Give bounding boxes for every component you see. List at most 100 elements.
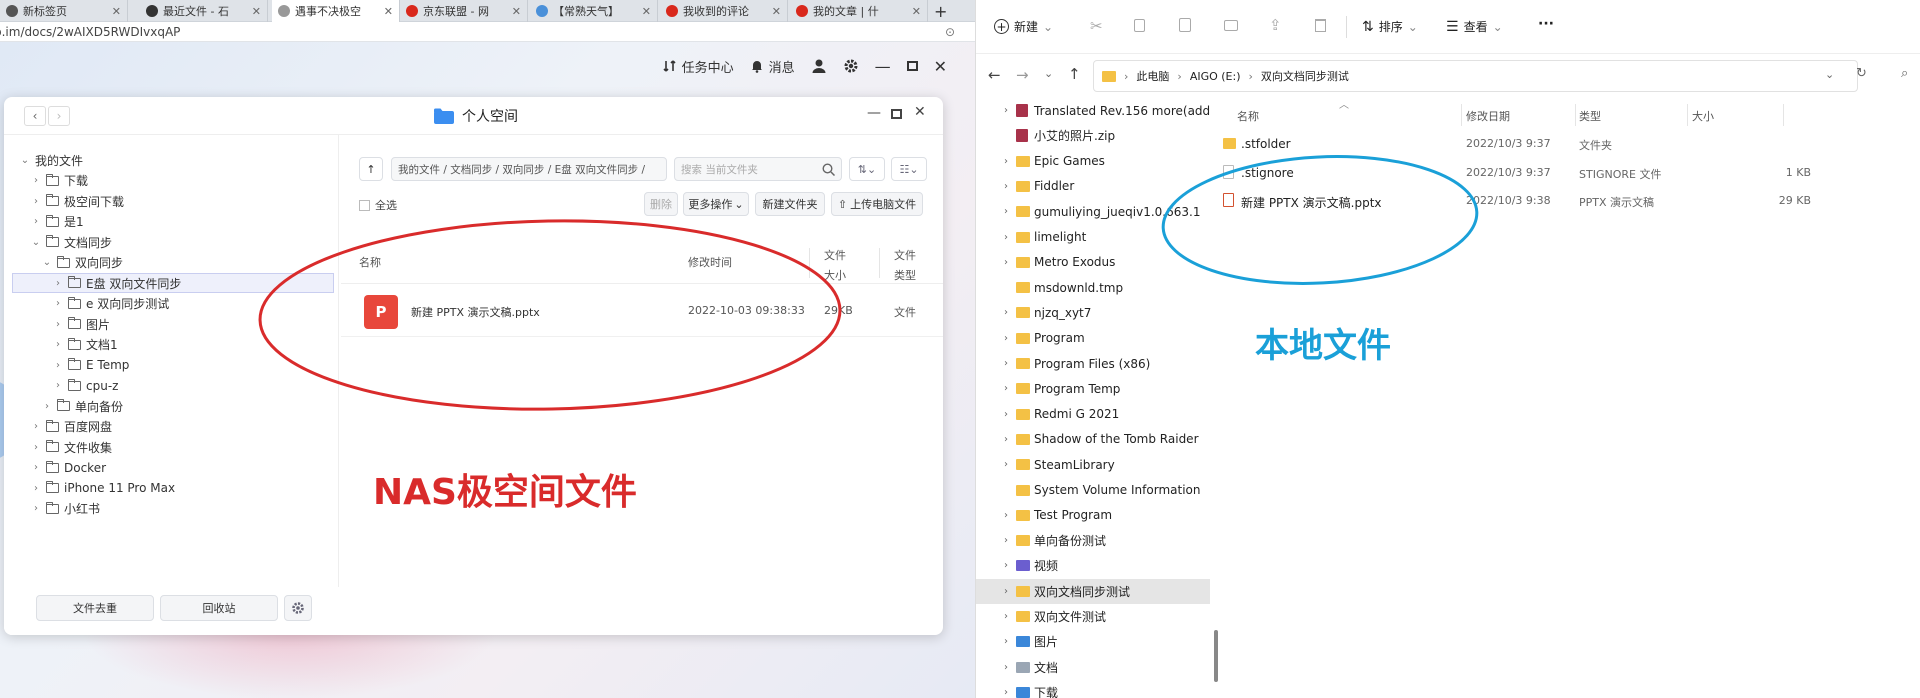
chevron-right-icon[interactable]: › [1004,687,1008,698]
nav-item[interactable]: › 双向文档同步测试 [976,578,1210,604]
browser-tab[interactable]: 我的文章 | 什 ✕ [790,0,928,22]
tab-close-icon[interactable]: ✕ [772,5,781,18]
settings-button[interactable] [843,58,859,74]
chevron-right-icon[interactable]: › [31,442,41,453]
nav-scrollbar[interactable] [1214,630,1218,682]
tree-item[interactable]: › 单向备份 [42,395,123,417]
nav-item[interactable]: › Redmi G 2021 [976,402,1210,427]
tab-close-icon[interactable]: ✕ [642,5,651,18]
browser-tab[interactable]: 京东联盟 - 网 ✕ [400,0,528,22]
sort-button[interactable]: ⇅ 排序 ⌄ [1362,18,1418,35]
tree-item[interactable]: › E Temp [53,354,129,376]
nav-item[interactable]: › 双向文件测试 [976,604,1210,629]
chevron-right-icon[interactable]: › [1004,156,1008,167]
chevron-right-icon[interactable]: › [1004,257,1008,268]
nav-item[interactable]: › SteamLibrary [976,452,1210,477]
sort-dropdown[interactable]: ⇅⌄ [849,157,885,181]
new-tab-button[interactable]: + [928,0,953,22]
up-arrow-icon[interactable]: ↑ [1068,65,1081,83]
nav-item[interactable]: › 图片 [976,629,1210,654]
dedupe-button[interactable]: 文件去重 [36,595,154,621]
chevron-right-icon[interactable]: › [53,360,63,371]
chevron-right-icon[interactable]: › [1004,662,1008,673]
chevron-right-icon[interactable]: › [1004,383,1008,394]
chevron-right-icon[interactable]: › [53,380,63,391]
nav-item[interactable]: 小艾的照片.zip [976,123,1210,148]
chevron-right-icon[interactable]: › [53,278,63,289]
nav-item[interactable]: › Translated Rev.156 more(added [976,98,1210,123]
browser-tab[interactable]: 我收到的评论 ✕ [660,0,788,22]
up-folder-button[interactable]: ↑ [359,157,383,181]
tree-item[interactable]: › 文件收集 [31,436,112,458]
nav-item[interactable]: › Program [976,326,1210,351]
tree-item[interactable]: › iPhone 11 Pro Max [31,477,175,499]
chevron-right-icon[interactable]: › [1004,105,1008,116]
forward-button[interactable]: › [48,106,70,126]
upload-button[interactable]: ⇧ 上传电脑文件 [831,192,923,216]
address-dropdown-icon[interactable]: ⌄ [1825,68,1834,81]
more-ops-dropdown[interactable]: 更多操作 ⌄ [683,192,749,216]
tree-item[interactable]: › 图片 [53,313,110,335]
tab-close-icon[interactable]: ✕ [912,5,921,18]
chevron-right-icon[interactable]: › [31,216,41,227]
tree-item[interactable]: ⌄ 文档同步 [31,231,112,253]
tab-close-icon[interactable]: ✕ [252,5,261,18]
nav-item[interactable]: › Test Program [976,503,1210,528]
chevron-down-icon[interactable]: ⌄ [20,155,30,166]
nav-item[interactable]: › Shadow of the Tomb Raider [976,427,1210,452]
chevron-right-icon[interactable]: › [53,339,63,350]
url-bar[interactable]: p.im/docs/2wAIXD5RWDIvxqAP ⊙ [0,22,975,42]
paste-icon[interactable] [1179,18,1191,32]
tree-item[interactable]: › e 双向同步测试 [53,293,169,315]
browser-tab[interactable]: 最近文件 - 石 ✕ [140,0,268,22]
tree-item[interactable]: ⌄ 双向同步 [42,252,123,274]
tab-close-icon[interactable]: ✕ [512,5,521,18]
view-button[interactable]: ☰ 查看 ⌄ [1446,18,1503,35]
nav-item[interactable]: › 下载 [976,680,1210,698]
tree-item[interactable]: ⌄ 我的文件 [20,149,83,171]
browser-tab[interactable]: 遇事不决极空 ✕ [272,0,400,22]
delete-icon[interactable] [1315,19,1326,32]
col-size[interactable]: 大小 [1692,108,1714,124]
cut-icon[interactable]: ✂ [1090,17,1103,35]
address-bar[interactable]: › 此电脑 › AIGO (E:) › 双向文档同步测试 [1093,60,1858,92]
col-type[interactable]: 文件类型 [894,246,924,286]
chevron-right-icon[interactable]: › [1004,510,1008,521]
tree-item[interactable]: › 下载 [31,170,88,192]
chevron-right-icon[interactable]: › [1004,181,1008,192]
nav-item[interactable]: › 文档 [976,655,1210,680]
tree-item[interactable]: › 小红书 [31,498,100,520]
window-maximize-icon[interactable] [891,109,902,119]
chevron-right-icon[interactable]: › [1004,535,1008,546]
task-center-button[interactable]: 任务中心 [662,57,734,76]
forward-arrow-icon[interactable]: → [1016,66,1029,84]
col-modified[interactable]: 修改日期 [1466,108,1510,124]
nav-item[interactable]: › 视频 [976,553,1210,578]
nav-item[interactable]: › Program Temp [976,376,1210,401]
search-icon[interactable]: ⌕ [1901,66,1908,81]
chevron-right-icon[interactable]: › [31,462,41,473]
select-all-checkbox[interactable] [359,199,370,211]
chevron-right-icon[interactable]: › [1004,333,1008,344]
chevron-right-icon[interactable]: › [1004,409,1008,420]
messages-button[interactable]: 消息 [750,57,795,76]
chevron-right-icon[interactable]: › [1004,232,1008,243]
view-mode-dropdown[interactable]: ☷⌄ [891,157,927,181]
nav-item[interactable]: › 单向备份测试 [976,528,1210,553]
new-button[interactable]: + 新建 ⌄ [994,18,1053,35]
copy-icon[interactable] [1134,19,1145,32]
user-button[interactable] [811,58,827,74]
chevron-right-icon[interactable]: › [1004,307,1008,318]
tree-item[interactable]: › 是1 [31,211,84,233]
chevron-right-icon[interactable]: › [31,483,41,494]
tab-close-icon[interactable]: ✕ [384,5,393,18]
chevron-right-icon[interactable]: › [53,298,63,309]
recycle-bin-button[interactable]: 回收站 [160,595,278,621]
chevron-right-icon[interactable]: › [1004,611,1008,622]
search-input[interactable]: 搜索 当前文件夹 [674,157,842,181]
chevron-right-icon[interactable]: › [1004,560,1008,571]
chevron-right-icon[interactable]: › [1004,434,1008,445]
chevron-right-icon[interactable]: › [1004,206,1008,217]
refresh-icon[interactable]: ↻ [1856,66,1867,81]
back-button[interactable]: ‹ [24,106,46,126]
